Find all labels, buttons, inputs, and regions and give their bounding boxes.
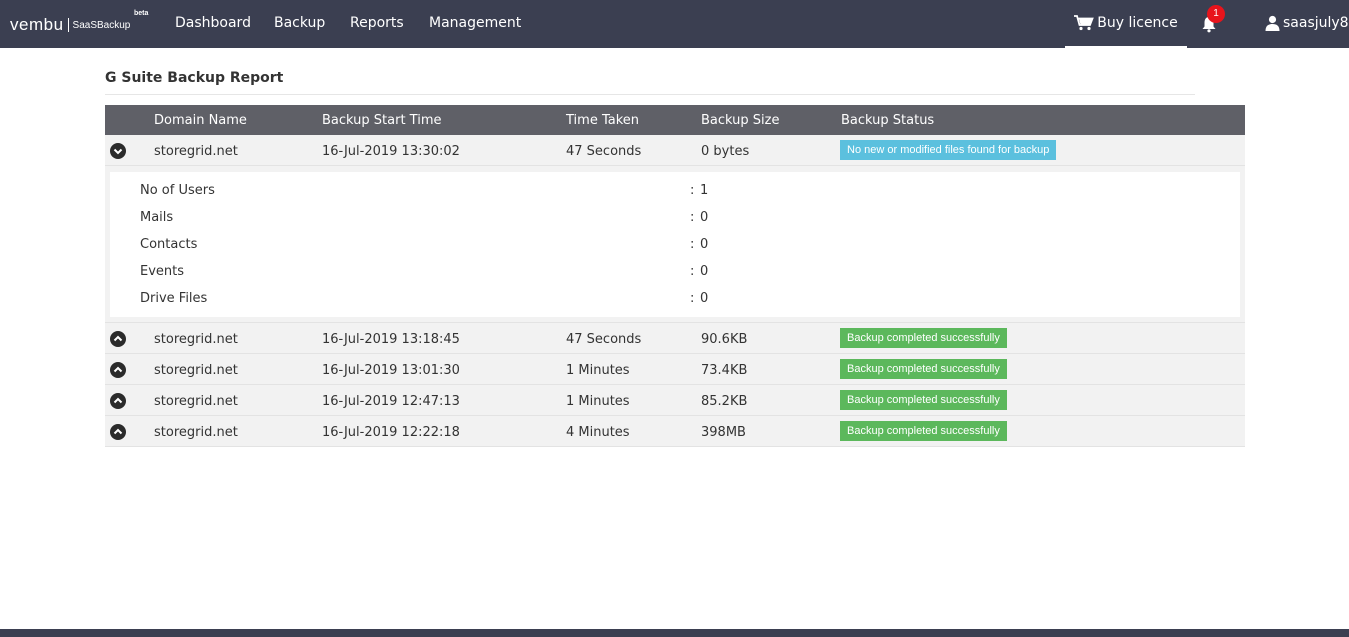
username: saasjuly8 <box>1283 15 1349 31</box>
vembu-logo[interactable]: vembu SaaSBackup beta <box>10 10 148 36</box>
user-menu[interactable]: saasjuly8 <box>1265 15 1349 31</box>
detail-value: 0 <box>700 291 709 306</box>
row-details-panel: No of Users : 1 Mails : 0 Contacts : 0 E… <box>105 166 1245 323</box>
detail-row: Contacts : 0 <box>140 237 740 257</box>
table-row[interactable]: storegrid.net 16-Jul-2019 13:01:30 1 Min… <box>105 354 1245 385</box>
domain-name: storegrid.net <box>154 394 238 409</box>
detail-separator: : <box>690 210 695 225</box>
detail-label: Events <box>140 264 185 279</box>
status-badge: No new or modified files found for backu… <box>840 140 1057 160</box>
table-row[interactable]: storegrid.net 16-Jul-2019 13:18:45 47 Se… <box>105 323 1245 354</box>
backup-size: 85.2KB <box>701 394 748 409</box>
status-badge: Backup completed successfully <box>840 390 1007 410</box>
notification-count-badge[interactable]: 1 <box>1207 5 1225 23</box>
backup-size: 73.4KB <box>701 363 748 378</box>
column-header-backup-size: Backup Size <box>701 113 780 128</box>
backup-size: 90.6KB <box>701 332 748 347</box>
expand-chevron-icon[interactable] <box>110 331 126 347</box>
backup-size: 0 bytes <box>701 144 750 159</box>
logo-separator <box>67 18 69 32</box>
detail-value: 0 <box>700 237 709 252</box>
detail-row: Drive Files : 0 <box>140 291 740 311</box>
user-icon <box>1265 15 1280 31</box>
detail-value: 0 <box>700 264 709 279</box>
time-taken: 47 Seconds <box>566 144 642 159</box>
column-header-domain: Domain Name <box>154 113 247 128</box>
detail-separator: : <box>690 183 695 198</box>
table-row[interactable]: storegrid.net 16-Jul-2019 13:30:02 47 Se… <box>105 135 1245 166</box>
beta-label: beta <box>134 10 149 17</box>
table-row[interactable]: storegrid.net 16-Jul-2019 12:22:18 4 Min… <box>105 416 1245 447</box>
domain-name: storegrid.net <box>154 425 238 440</box>
detail-label: Mails <box>140 210 174 225</box>
nav-dashboard[interactable]: Dashboard <box>175 15 251 31</box>
status-badge: Backup completed successfully <box>840 421 1007 441</box>
detail-label: No of Users <box>140 183 215 198</box>
page-title: G Suite Backup Report <box>105 70 284 86</box>
detail-row: Events : 0 <box>140 264 740 284</box>
detail-row: Mails : 0 <box>140 210 740 230</box>
domain-name: storegrid.net <box>154 144 238 159</box>
table-row[interactable]: storegrid.net 16-Jul-2019 12:47:13 1 Min… <box>105 385 1245 416</box>
detail-label: Drive Files <box>140 291 208 306</box>
domain-name: storegrid.net <box>154 363 238 378</box>
status-badge: Backup completed successfully <box>840 359 1007 379</box>
row-details: No of Users : 1 Mails : 0 Contacts : 0 E… <box>110 172 1240 317</box>
cart-icon <box>1074 15 1095 31</box>
buy-licence-label: Buy licence <box>1097 15 1178 31</box>
detail-separator: : <box>690 237 695 252</box>
backup-start-time: 16-Jul-2019 13:18:45 <box>322 332 460 347</box>
time-taken: 1 Minutes <box>566 363 630 378</box>
backup-start-time: 16-Jul-2019 12:47:13 <box>322 394 460 409</box>
backup-start-time: 16-Jul-2019 12:22:18 <box>322 425 460 440</box>
status-badge: Backup completed successfully <box>840 328 1007 348</box>
collapse-chevron-icon[interactable] <box>110 143 126 159</box>
column-header-backup-status: Backup Status <box>841 113 935 128</box>
buy-licence-button[interactable]: Buy licence <box>1065 0 1187 48</box>
backup-start-time: 16-Jul-2019 13:01:30 <box>322 363 460 378</box>
time-taken: 47 Seconds <box>566 332 642 347</box>
expand-chevron-icon[interactable] <box>110 362 126 378</box>
detail-row: No of Users : 1 <box>140 183 740 203</box>
time-taken: 4 Minutes <box>566 425 630 440</box>
domain-name: storegrid.net <box>154 332 238 347</box>
nav-management[interactable]: Management <box>429 15 521 31</box>
column-header-time-taken: Time Taken <box>566 113 640 128</box>
column-header-start-time: Backup Start Time <box>322 113 442 128</box>
detail-value: 1 <box>700 183 709 198</box>
footer-bar <box>0 629 1349 637</box>
detail-value: 0 <box>700 210 709 225</box>
logo-product-name: SaaSBackup <box>72 19 131 31</box>
detail-separator: : <box>690 291 695 306</box>
nav-backup[interactable]: Backup <box>274 15 325 31</box>
backup-start-time: 16-Jul-2019 13:30:02 <box>322 144 460 159</box>
backup-report-table: Domain Name Backup Start Time Time Taken… <box>105 105 1245 447</box>
detail-label: Contacts <box>140 237 198 252</box>
backup-size: 398MB <box>701 425 746 440</box>
nav-reports[interactable]: Reports <box>350 15 404 31</box>
expand-chevron-icon[interactable] <box>110 393 126 409</box>
table-header: Domain Name Backup Start Time Time Taken… <box>105 105 1245 135</box>
detail-separator: : <box>690 264 695 279</box>
top-navbar: vembu SaaSBackup beta Dashboard Backup R… <box>0 0 1349 48</box>
title-divider <box>105 94 1195 95</box>
logo-wordmark: vembu <box>10 15 64 34</box>
expand-chevron-icon[interactable] <box>110 424 126 440</box>
time-taken: 1 Minutes <box>566 394 630 409</box>
